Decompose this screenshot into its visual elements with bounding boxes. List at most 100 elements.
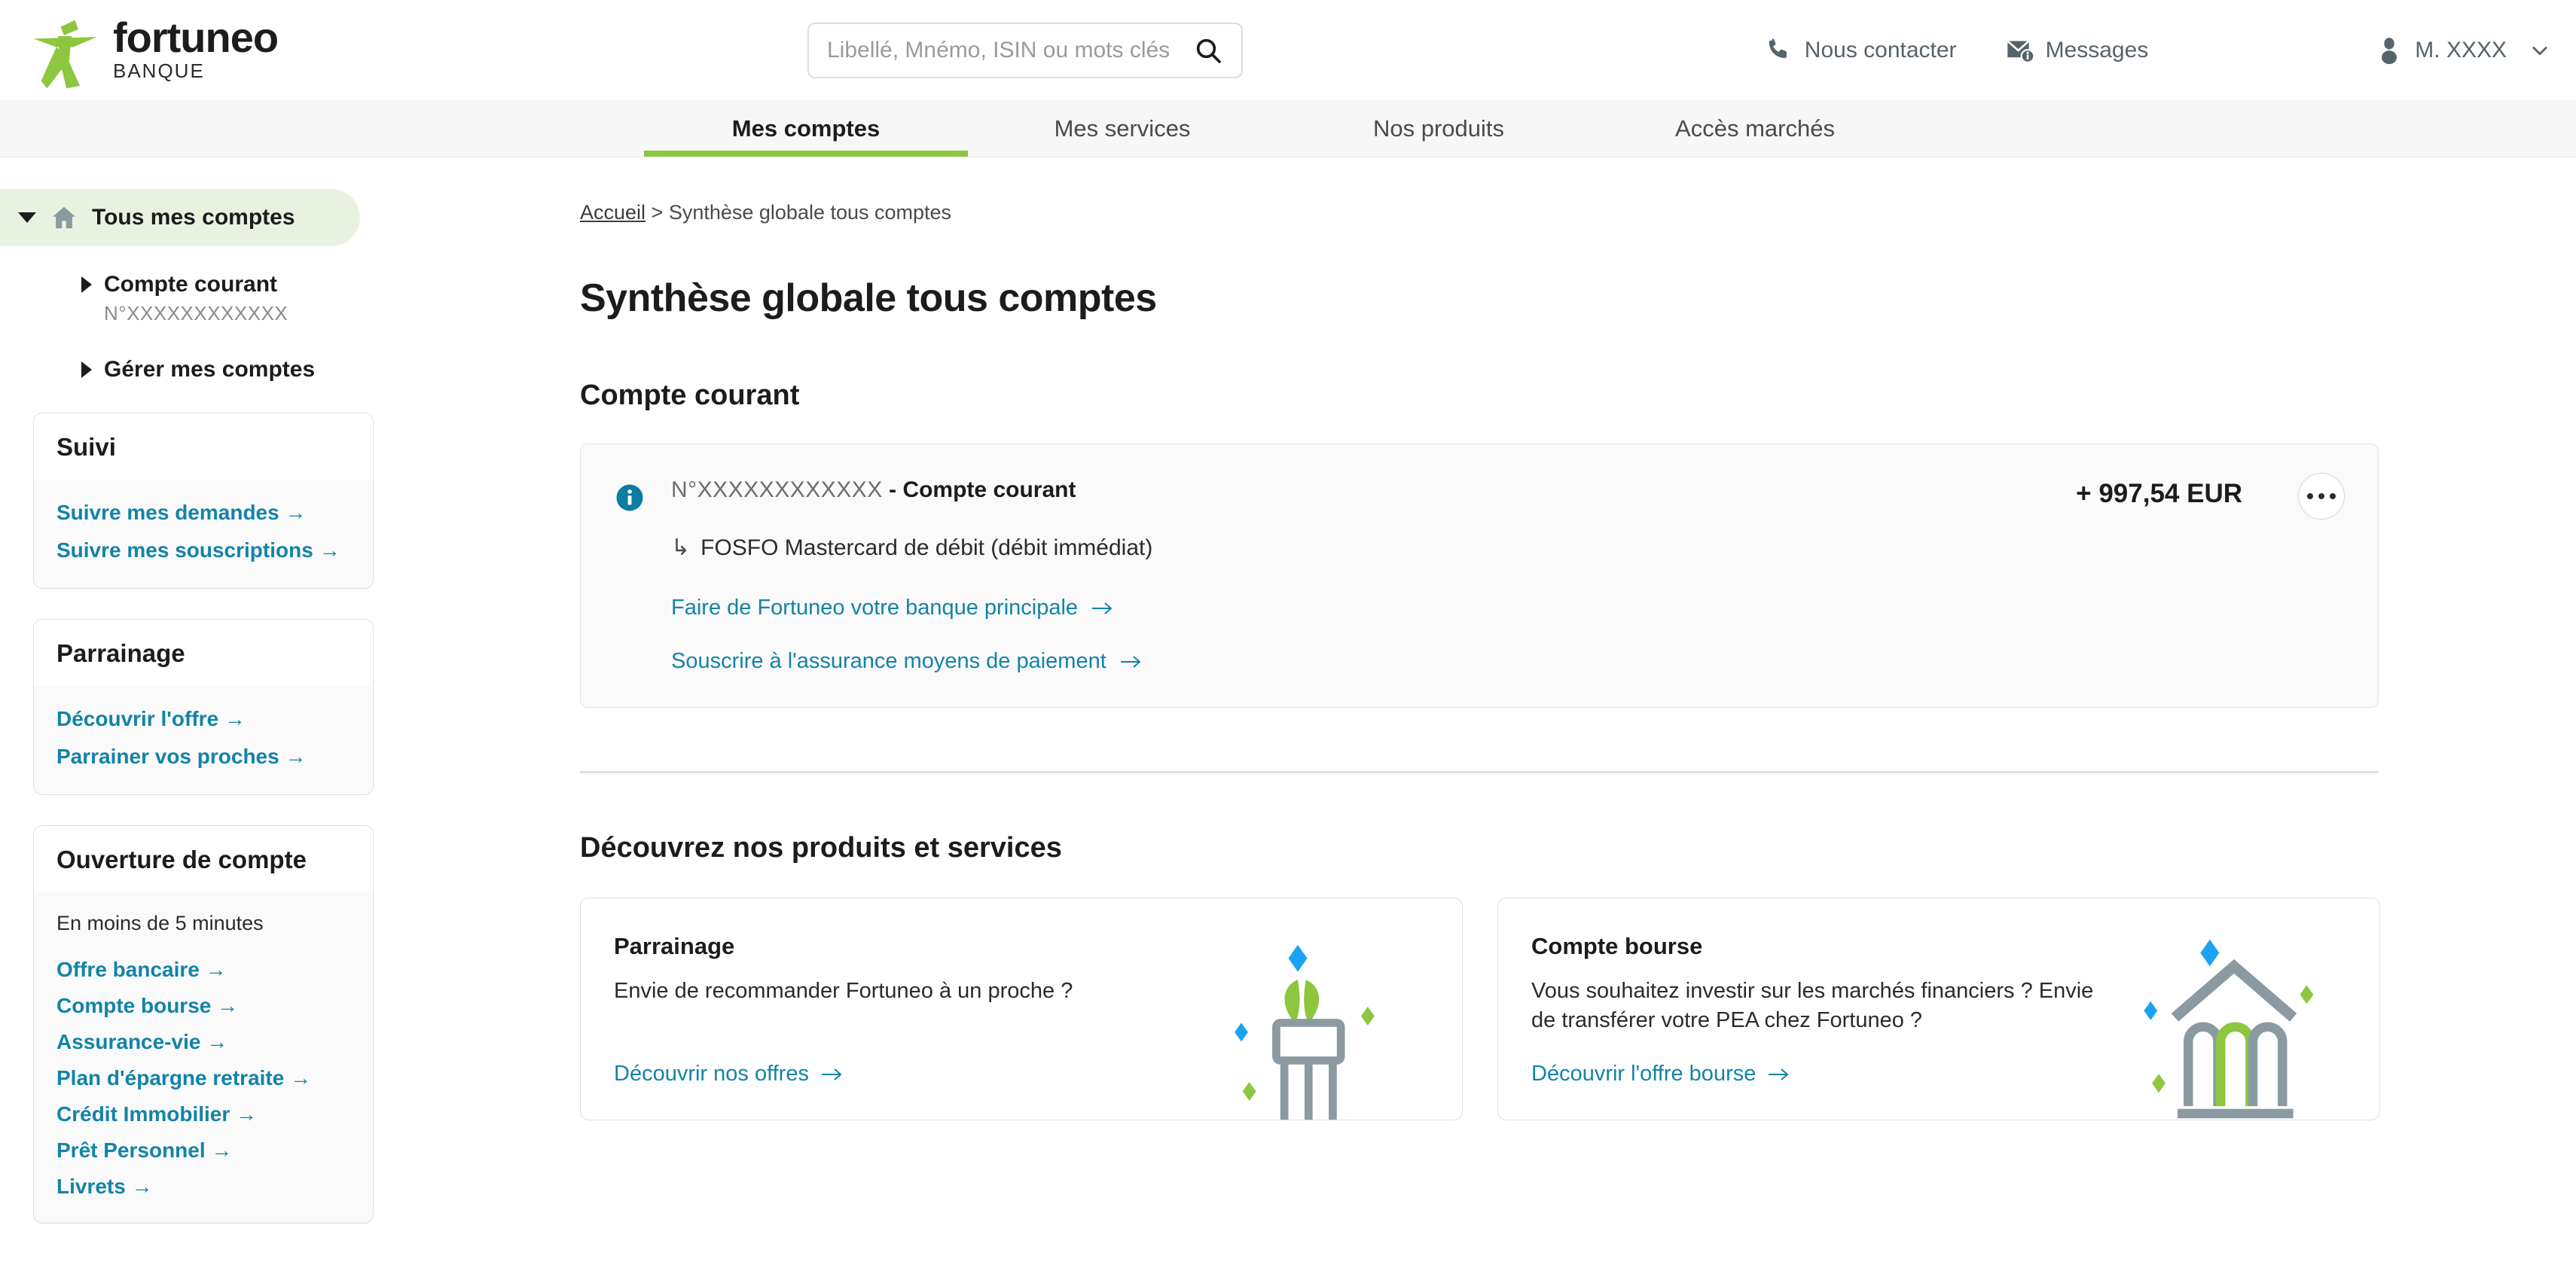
- sidebar: Tous mes comptes Compte courant N°XXXXXX…: [0, 157, 407, 1279]
- user-label: M. XXXX: [2415, 37, 2507, 62]
- brand-wordmark: fortuneo BANQUE: [113, 13, 279, 84]
- link-label: Découvrir l'offre bourse: [1531, 1062, 1757, 1086]
- sidebar-card-suivi: Suivi Suivre mes demandes → Suivre mes s…: [33, 413, 374, 589]
- link-offre-bancaire[interactable]: Offre bancaire →: [56, 958, 350, 982]
- card-body: En moins de 5 minutes Offre bancaire → C…: [34, 892, 373, 1223]
- account-card[interactable]: N°XXXXXXXXXXXX - Compte courant ↳ FOSFO …: [580, 443, 2379, 708]
- search-input[interactable]: [827, 38, 1193, 63]
- card-title: Parrainage: [34, 620, 373, 686]
- tab-mes-comptes[interactable]: Mes comptes: [648, 100, 964, 157]
- promo-card-parrainage[interactable]: Parrainage Envie de recommander Fortuneo…: [580, 898, 1463, 1120]
- page-title: Synthèse globale tous comptes: [580, 276, 1157, 320]
- promo-cards-row: Parrainage Envie de recommander Fortuneo…: [580, 898, 2576, 1120]
- link-banque-principale[interactable]: Faire de Fortuneo votre banque principal…: [671, 596, 1114, 620]
- sidebar-item-compte-courant[interactable]: Compte courant N°XXXXXXXXXXXX: [81, 272, 407, 325]
- search-icon[interactable]: [1193, 35, 1223, 66]
- sidebar-card-parrainage: Parrainage Découvrir l'offre → Parrainer…: [33, 619, 374, 795]
- tab-label: Mes comptes: [731, 114, 881, 142]
- sidebar-item-tous-mes-comptes[interactable]: Tous mes comptes: [0, 189, 360, 246]
- corner-arrow-icon: ↳: [671, 535, 691, 560]
- main-nav: Mes comptes Mes services Nos produits Ac…: [0, 100, 2576, 157]
- promo-description: Vous souhaitez investir sur les marchés …: [1531, 979, 2094, 1033]
- triangle-down-icon[interactable]: [18, 212, 36, 223]
- sidebar-subitems: Compte courant N°XXXXXXXXXXXX Gérer mes …: [0, 272, 407, 382]
- app-header: fortuneo BANQUE Nous contacter: [0, 0, 2576, 100]
- section-title-produits-services: Découvrez nos produits et services: [580, 832, 1062, 864]
- link-pret-personnel[interactable]: Prêt Personnel →: [56, 1138, 350, 1163]
- tab-mes-services[interactable]: Mes services: [964, 100, 1280, 157]
- dot: [2307, 493, 2313, 499]
- account-more-options-button[interactable]: [2298, 473, 2345, 520]
- card-title: Suivi: [34, 413, 373, 480]
- link-assurance-vie[interactable]: Assurance-vie →: [56, 1030, 350, 1054]
- sidebar-subitem-label: Gérer mes comptes: [104, 357, 316, 382]
- arrow-right-icon: [1092, 602, 1113, 614]
- card-body: Suivre mes demandes → Suivre mes souscri…: [34, 480, 373, 588]
- user-avatar-icon: [2382, 37, 2397, 64]
- card-title: Ouverture de compte: [34, 826, 373, 892]
- info-circle-icon: [616, 484, 643, 511]
- account-balance: + 997,54 EUR: [2076, 479, 2242, 508]
- phone-icon: [1769, 38, 1787, 58]
- link-suivre-mes-souscriptions[interactable]: Suivre mes souscriptions →: [56, 538, 350, 562]
- promo-description: Envie de recommander Fortuneo à un proch…: [614, 979, 1073, 1003]
- brand-subtitle: BANQUE: [113, 59, 205, 82]
- link-credit-immobilier[interactable]: Crédit Immobilier →: [56, 1102, 350, 1126]
- account-card-product: ↳ FOSFO Mastercard de débit (débit imméd…: [671, 535, 2348, 561]
- page-layout: Tous mes comptes Compte courant N°XXXXXX…: [0, 157, 2576, 1279]
- link-decouvrir-loffre-bourse[interactable]: Découvrir l'offre bourse: [1531, 1062, 1790, 1086]
- user-menu-button[interactable]: M. XXXX: [2374, 35, 2550, 66]
- breadcrumb-current: Synthèse globale tous comptes: [668, 201, 952, 224]
- account-number: N°XXXXXXXXXXXX: [671, 477, 883, 502]
- tab-label: Accès marchés: [1675, 114, 1835, 142]
- search-box[interactable]: [807, 23, 1243, 78]
- envelope-info-icon: [2007, 40, 2034, 63]
- link-parrainer-vos-proches[interactable]: Parrainer vos proches →: [56, 745, 350, 769]
- card-note: En moins de 5 minutes: [56, 912, 264, 934]
- arrow-right-icon: [821, 1068, 842, 1080]
- arrow-right-icon: [1120, 655, 1141, 668]
- chevron-down-icon[interactable]: [2529, 40, 2550, 61]
- account-link-primary-wrap: Faire de Fortuneo votre banque principal…: [671, 596, 2348, 620]
- breadcrumb: Accueil > Synthèse globale tous comptes: [580, 201, 2576, 224]
- link-label: Faire de Fortuneo votre banque principal…: [671, 596, 1079, 620]
- home-icon: [52, 206, 76, 229]
- link-decouvrir-loffre[interactable]: Découvrir l'offre →: [56, 707, 350, 731]
- triangle-right-icon[interactable]: [81, 276, 92, 293]
- triangle-right-icon[interactable]: [81, 361, 92, 378]
- link-label: Souscrire à l'assurance moyens de paieme…: [671, 649, 1106, 673]
- link-decouvrir-nos-offres[interactable]: Découvrir nos offres: [614, 1062, 844, 1086]
- link-compte-bourse[interactable]: Compte bourse →: [56, 994, 350, 1018]
- section-title-compte-courant: Compte courant: [580, 379, 800, 411]
- link-label: Découvrir nos offres: [614, 1062, 809, 1086]
- messages-button[interactable]: Messages: [2005, 35, 2148, 66]
- gift-plant-illustration-icon: [1235, 944, 1375, 1120]
- card-body: Découvrir l'offre → Parrainer vos proche…: [34, 686, 373, 794]
- brand-name: fortuneo: [113, 13, 279, 61]
- header-actions: Nous contacter Messages M. XXXX: [1764, 0, 2550, 100]
- search-zone: [807, 23, 1243, 78]
- tab-nos-produits[interactable]: Nos produits: [1280, 100, 1597, 157]
- account-name: - Compte courant: [882, 477, 1076, 502]
- tab-label: Mes services: [1054, 114, 1191, 142]
- dot: [2318, 493, 2324, 499]
- contact-label: Nous contacter: [1804, 37, 1957, 62]
- tab-acces-marches[interactable]: Accès marchés: [1597, 100, 1913, 157]
- link-livrets[interactable]: Livrets →: [56, 1175, 350, 1199]
- sidebar-account-number: N°XXXXXXXXXXXX: [104, 302, 288, 325]
- breadcrumb-home[interactable]: Accueil: [580, 201, 646, 224]
- brand-logo[interactable]: fortuneo BANQUE: [0, 8, 482, 93]
- sidebar-item-label: Tous mes comptes: [92, 205, 295, 230]
- account-link-secondary-wrap: Souscrire à l'assurance moyens de paieme…: [671, 649, 2348, 674]
- sidebar-subitem-label: Compte courant: [104, 272, 278, 297]
- link-assurance-moyens-de-paiement[interactable]: Souscrire à l'assurance moyens de paieme…: [671, 649, 1143, 674]
- fortuneo-star-man-logo-icon: [33, 20, 97, 88]
- contact-button[interactable]: Nous contacter: [1764, 35, 1957, 66]
- sidebar-item-gerer-mes-comptes[interactable]: Gérer mes comptes: [81, 357, 407, 382]
- promo-card-compte-bourse[interactable]: Compte bourse Vous souhaitez investir su…: [1497, 898, 2380, 1120]
- section-divider: [580, 771, 2379, 773]
- link-plan-depargne-retraite[interactable]: Plan d'épargne retraite →: [56, 1066, 350, 1090]
- arrow-right-icon: [1769, 1068, 1789, 1080]
- link-suivre-mes-demandes[interactable]: Suivre mes demandes →: [56, 501, 350, 525]
- main-content: Accueil > Synthèse globale tous comptes …: [407, 157, 2576, 1279]
